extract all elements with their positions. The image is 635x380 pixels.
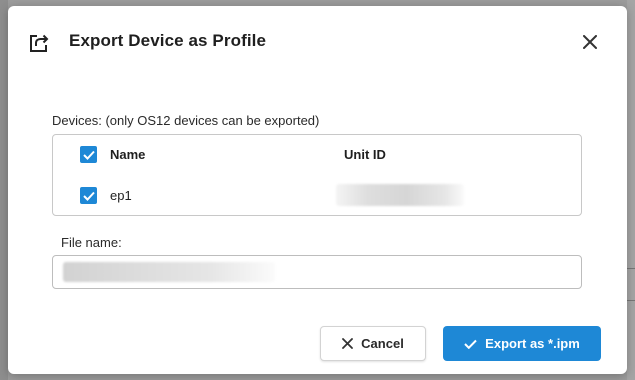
- checkmark-icon: [464, 339, 477, 349]
- close-button[interactable]: [578, 30, 602, 54]
- device-name: ep1: [110, 188, 132, 203]
- export-profile-dialog: Export Device as Profile Devices: (only …: [8, 6, 627, 374]
- unit-id-redacted: [336, 184, 464, 206]
- column-header-unit-id[interactable]: Unit ID: [344, 147, 386, 162]
- checkmark-icon: [82, 191, 95, 201]
- close-icon: [583, 35, 597, 49]
- select-all-checkbox[interactable]: [80, 146, 97, 163]
- backdrop-left: [0, 0, 8, 380]
- table-header-row: Name Unit ID: [53, 135, 581, 175]
- export-icon: [28, 32, 50, 54]
- export-label: Export as *.ipm: [485, 336, 580, 351]
- file-name-label: File name:: [61, 235, 122, 250]
- cancel-button[interactable]: Cancel: [320, 326, 426, 361]
- backdrop-divider: [627, 300, 635, 301]
- row-checkbox[interactable]: [80, 187, 97, 204]
- devices-table: Name Unit ID ep1: [52, 134, 582, 216]
- checkmark-icon: [82, 150, 95, 160]
- cancel-label: Cancel: [361, 336, 404, 351]
- export-button[interactable]: Export as *.ipm: [443, 326, 601, 361]
- backdrop-right: [627, 0, 635, 380]
- dialog-header: Export Device as Profile: [8, 6, 627, 78]
- backdrop-divider: [627, 268, 635, 269]
- file-name-input[interactable]: [52, 255, 582, 289]
- table-row[interactable]: ep1: [53, 176, 581, 216]
- dialog-title: Export Device as Profile: [69, 31, 267, 50]
- file-name-redacted: [63, 262, 275, 282]
- column-header-name[interactable]: Name: [110, 147, 145, 162]
- close-icon: [342, 338, 354, 349]
- devices-label: Devices: (only OS12 devices can be expor…: [52, 113, 320, 128]
